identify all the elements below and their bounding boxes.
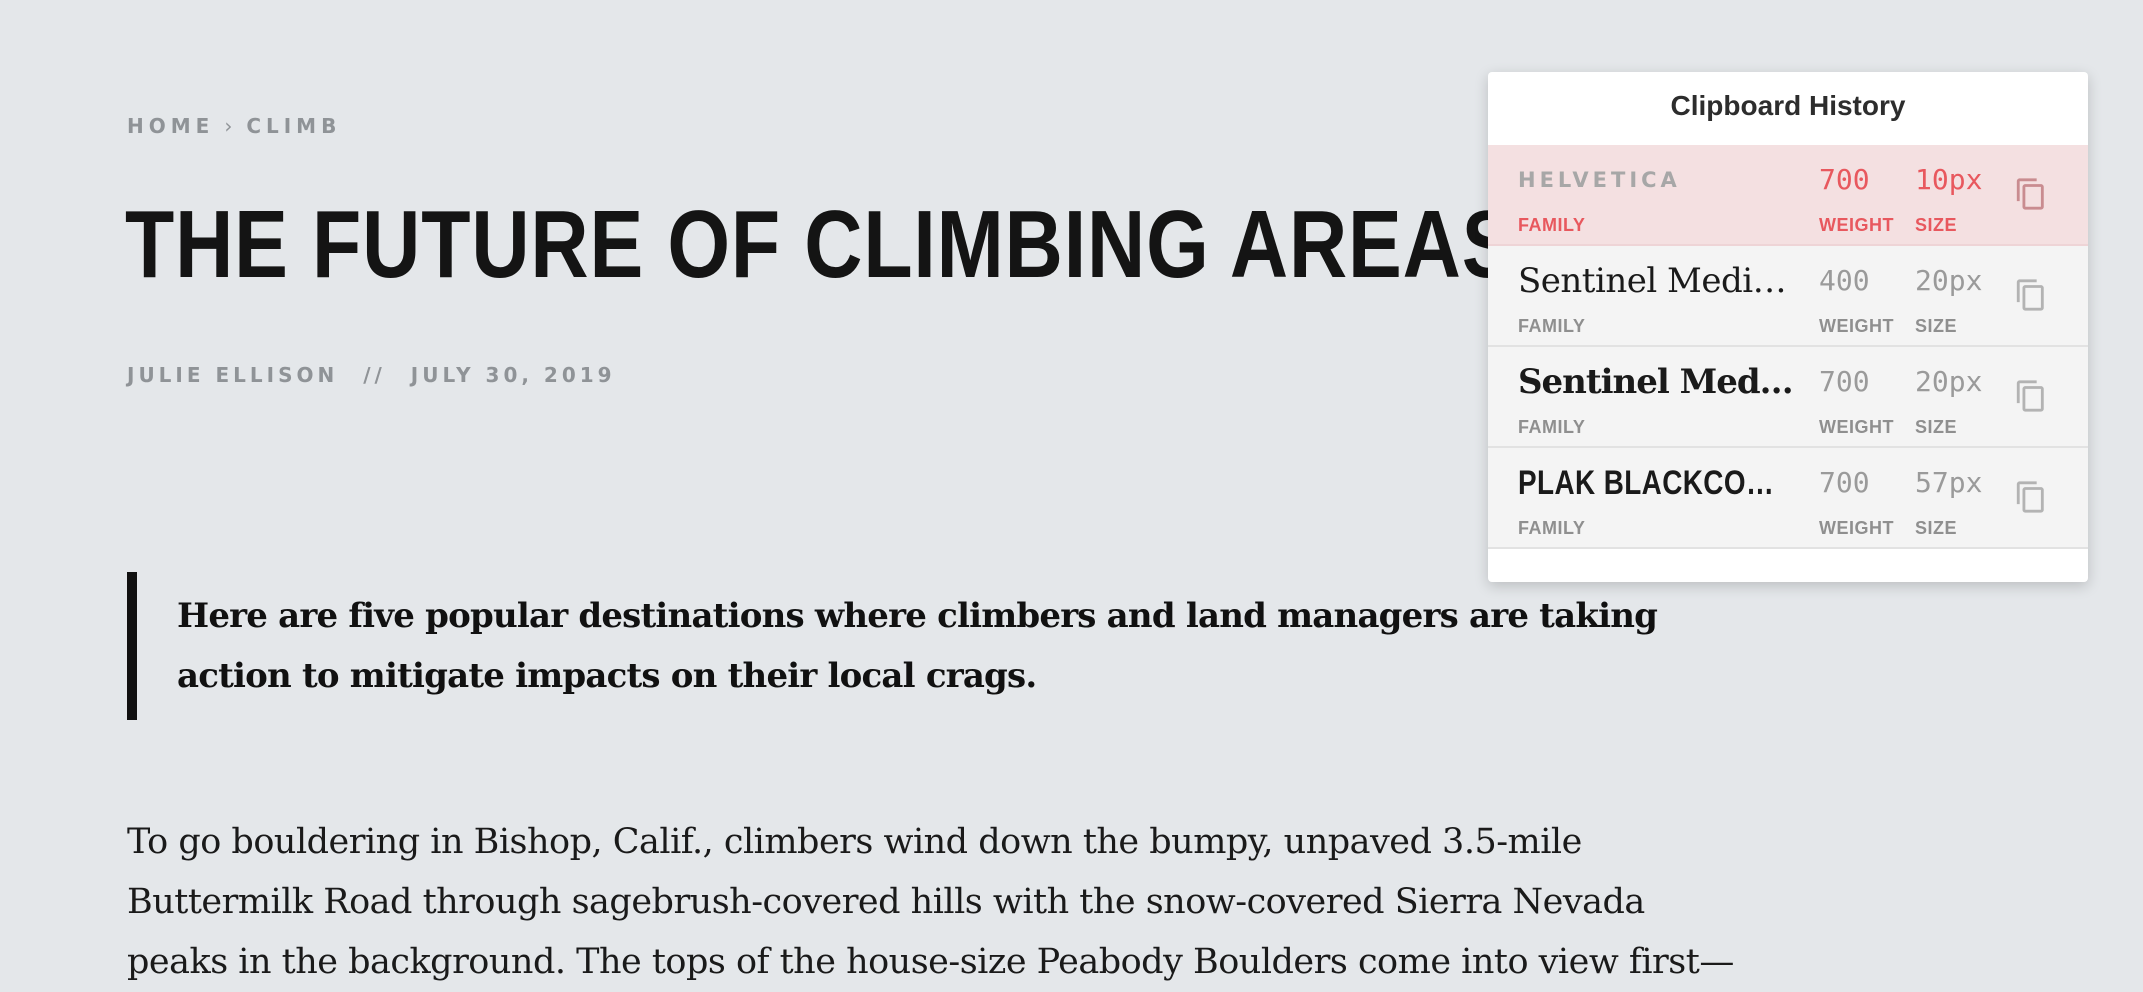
font-weight-value: 700 (1819, 466, 1870, 499)
font-family-value: Sentinel Medium (1518, 362, 1798, 402)
weight-label: WEIGHT (1819, 518, 1894, 538)
clipboard-history-panel: Clipboard History HELVETICA 700 10px FAM… (1488, 72, 2088, 582)
size-label: SIZE (1915, 215, 1958, 235)
font-family-value: PLAK BLACKCONDENSED (1518, 464, 1789, 502)
font-weight-value: 700 (1819, 163, 1870, 196)
family-label: FAMILY (1518, 518, 1586, 538)
copy-icon[interactable] (2014, 377, 2048, 415)
copy-icon[interactable] (2014, 478, 2048, 516)
byline-divider: // (363, 363, 386, 387)
weight-label: WEIGHT (1819, 417, 1894, 437)
font-size-value: 20px (1915, 365, 1983, 398)
family-label: FAMILY (1518, 215, 1586, 235)
byline: JULIE ELLISON // JULY 30, 2019 (127, 363, 616, 387)
clipboard-entry[interactable]: Sentinel Medium 700 20px FAMILY WEIGHT S… (1488, 347, 2088, 448)
family-label: FAMILY (1518, 417, 1586, 437)
chevron-right-icon: › (224, 114, 233, 138)
pullquote-text: Here are five popular destinations where… (177, 596, 1658, 696)
page-title: THE FUTURE OF CLIMBING AREAS (125, 191, 1517, 298)
clipboard-entry[interactable]: Sentinel Medium 400 20px FAMILY WEIGHT S… (1488, 246, 2088, 347)
font-family-value: HELVETICA (1518, 168, 1681, 192)
font-family-value: Sentinel Medium (1518, 261, 1798, 301)
weight-label: WEIGHT (1819, 215, 1894, 235)
font-size-value: 20px (1915, 264, 1983, 297)
weight-label: WEIGHT (1819, 316, 1894, 336)
size-label: SIZE (1915, 518, 1958, 538)
breadcrumb-climb-link[interactable]: CLIMB (246, 114, 341, 138)
family-label: FAMILY (1518, 316, 1586, 336)
size-label: SIZE (1915, 316, 1958, 336)
pullquote: Here are five popular destinations where… (127, 572, 1757, 720)
font-weight-value: 400 (1819, 264, 1870, 297)
clipboard-entry[interactable]: HELVETICA 700 10px FAMILY WEIGHT SIZE (1488, 145, 2088, 246)
breadcrumb: HOME › CLIMB (127, 114, 341, 138)
breadcrumb-home-link[interactable]: HOME (127, 114, 214, 138)
size-label: SIZE (1915, 417, 1958, 437)
author-link[interactable]: JULIE ELLISON (127, 363, 338, 387)
panel-title: Clipboard History (1670, 90, 1906, 121)
font-size-value: 10px (1915, 163, 1983, 196)
font-weight-value: 700 (1819, 365, 1870, 398)
copy-icon[interactable] (2014, 276, 2048, 314)
clipboard-entry[interactable]: PLAK BLACKCONDENSED 700 57px FAMILY WEIG… (1488, 448, 2088, 549)
font-size-value: 57px (1915, 466, 1983, 499)
publish-date: JULY 30, 2019 (410, 363, 616, 387)
article-body-paragraph: To go bouldering in Bishop, Calif., clim… (127, 822, 1734, 982)
copy-icon[interactable] (2014, 175, 2048, 213)
